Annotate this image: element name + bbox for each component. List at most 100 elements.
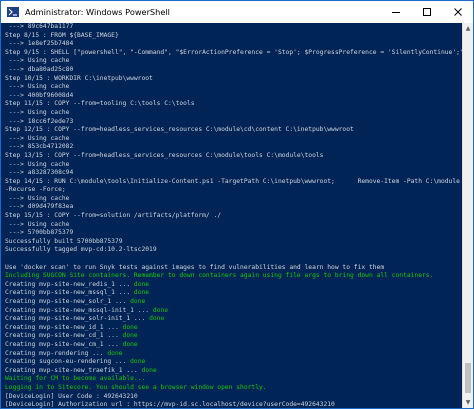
console-line: Creating mvp-site-new_traefik_1 ... done bbox=[5, 367, 462, 376]
console-line: ---> 5700bb875379 bbox=[5, 229, 462, 238]
status-done-label: done bbox=[130, 298, 146, 305]
console-line-text: [DeviceLogin] User Code : 492643210 bbox=[5, 392, 138, 400]
console-line: ---> 1e8ef25b7484 bbox=[5, 40, 462, 49]
console-line: ---> 400bf96008d4 bbox=[5, 92, 462, 101]
vertical-scrollbar[interactable]: ▲ ▼ bbox=[462, 23, 473, 408]
console-line-text: ---> Using cache bbox=[5, 220, 70, 228]
console-line-text: Creating mvp-site-new_id_1 ... bbox=[5, 323, 123, 331]
console-line-text: ---> 5700bb875379 bbox=[5, 229, 74, 237]
console-line-text: ---> d09d479f83ea bbox=[5, 203, 74, 211]
console-line-text: Creating mvp-site-new_solr_1 ... bbox=[5, 298, 131, 305]
console-line-text: ---> Using cache bbox=[5, 194, 70, 202]
console-line-text: Creating mvp-site-new_mssql_1 ... bbox=[5, 289, 134, 297]
console-line-text: ---> 18cc6f2ede73 bbox=[5, 117, 74, 125]
console-line: Step 14/15 : RUN C:\module\tools\Initial… bbox=[5, 178, 462, 187]
console-line-text: ---> dba80ad25c80 bbox=[5, 65, 74, 73]
scroll-thumb[interactable] bbox=[465, 363, 471, 393]
console-line: Creating mvp-site-new_id_1 ... done bbox=[5, 324, 462, 333]
console-line: ---> 89c647ba1177 bbox=[5, 23, 462, 32]
console-line: Including SUGCON Site containers. Rememb… bbox=[5, 272, 462, 281]
maximize-icon bbox=[422, 8, 431, 16]
console-line-text: ---> 89c647ba1177 bbox=[5, 23, 74, 30]
console-line-text: -Recurse -Force; bbox=[5, 186, 66, 194]
console-line-text: Including SUGCON Site containers. Rememb… bbox=[5, 272, 434, 280]
console-line: Creating mvp-rendering ... done bbox=[5, 350, 462, 359]
console-line: Creating mvp-site-new_cd_1 ... done bbox=[5, 332, 462, 341]
console-line: ---> d09d479f83ea bbox=[5, 203, 462, 212]
console-line-text: Logging in to Sitecore. You should see a… bbox=[5, 383, 267, 391]
console-output[interactable]: ---> 89c647ba1177 Step 8/15 : FROM ${BASE… bbox=[1, 23, 462, 408]
console-line: Creating mvp-site-new_cm_1 ... done bbox=[5, 341, 462, 350]
console-line: ---> Using cache bbox=[5, 161, 462, 170]
console-line-text: Step 10/15 : WORKDIR C:\inetpub\wwwroot bbox=[5, 74, 153, 82]
window-controls bbox=[380, 1, 473, 23]
console-line-text: Creating mvp-site-new_mssql-init_1 ... bbox=[5, 306, 153, 314]
console-line-text: Step 13/15 : COPY --from=headless_servic… bbox=[5, 151, 324, 159]
console-line-text: [DeviceLogin] Authorization url : https:… bbox=[5, 401, 335, 408]
console-line-text: Successfully tagged mvp-cd:10.2-ltsc2019 bbox=[5, 246, 157, 254]
console-line: Creating mvp-site-new_solr_1 ... done bbox=[5, 298, 462, 307]
status-done-label: done bbox=[141, 366, 157, 374]
console-line: Logging in to Sitecore. You should see a… bbox=[5, 384, 462, 393]
console-line-text: Creating sugcon-eu-rendering ... bbox=[5, 358, 131, 366]
console-line: ---> dba80ad25c80 bbox=[5, 66, 462, 75]
console-line: Step 10/15 : WORKDIR C:\inetpub\wwwroot bbox=[5, 75, 462, 84]
console-line-text: Creating mvp-site-new_cd_1 ... bbox=[5, 332, 123, 340]
status-done-label: done bbox=[122, 340, 138, 348]
console-line-text: Step 8/15 : FROM ${BASE_IMAGE} bbox=[5, 31, 119, 39]
console-line: Waiting for CM to become available... bbox=[5, 375, 462, 384]
console-line: Use 'docker scan' to run Snyk tests agai… bbox=[5, 264, 462, 273]
console-line: ---> Using cache bbox=[5, 135, 462, 144]
console-line: [DeviceLogin] Authorization url : https:… bbox=[5, 401, 462, 408]
console-line: ---> Using cache bbox=[5, 57, 462, 66]
status-done-label: done bbox=[133, 289, 150, 297]
maximize-button[interactable] bbox=[411, 1, 442, 23]
console-line-text: Successfully built 5700bb875379 bbox=[5, 237, 123, 245]
scroll-down-arrow-icon[interactable]: ▼ bbox=[463, 397, 473, 408]
console-line: Creating mvp-site-new_solr-init_1 ... do… bbox=[5, 315, 462, 324]
console-line-text: Step 15/15 : COPY --from=solution /artif… bbox=[5, 212, 222, 220]
console-line-text: ---> 1e8ef25b7484 bbox=[5, 40, 74, 48]
console-line-text: Creating mvp-site-new_cm_1 ... bbox=[5, 340, 123, 348]
console-line-text: Step 14/15 : RUN C:\module\tools\Initial… bbox=[5, 177, 460, 185]
console-line: Step 15/15 : COPY --from=solution /artif… bbox=[5, 212, 462, 221]
console-line-text: Step 12/15 : COPY --from=headless_servic… bbox=[5, 126, 354, 134]
console-line-text: ---> 400bf96008d4 bbox=[5, 91, 74, 99]
console-line-text: ---> Using cache bbox=[5, 134, 70, 142]
console-line: ---> Using cache bbox=[5, 195, 462, 204]
console-line: Step 9/15 : SHELL ["powershell", "-Comma… bbox=[5, 49, 462, 58]
close-button[interactable] bbox=[442, 1, 473, 23]
status-done-label: done bbox=[133, 280, 150, 288]
console-line-text: Creating mvp-site-new_traefik_1 ... bbox=[5, 366, 142, 374]
status-done-label: done bbox=[130, 358, 146, 366]
console-line: [DeviceLogin] User Code : 492643210 bbox=[5, 393, 462, 402]
console-line-text: ---> a83287308c94 bbox=[5, 169, 74, 177]
console-line: Creating mvp-site-new_mssql_1 ... done bbox=[5, 289, 462, 298]
close-icon bbox=[453, 8, 462, 16]
scroll-up-arrow-icon[interactable]: ▲ bbox=[463, 23, 473, 34]
minimize-button[interactable] bbox=[380, 1, 411, 23]
console-line: Creating mvp-site-new_mssql-init_1 ... d… bbox=[5, 307, 462, 316]
console-line-text: Creating mvp-rendering ... bbox=[5, 349, 108, 357]
status-done-label: done bbox=[149, 315, 165, 323]
console-line: Step 8/15 : FROM ${BASE_IMAGE} bbox=[5, 32, 462, 41]
console-line-text: Step 9/15 : SHELL ["powershell", "-Comma… bbox=[5, 48, 462, 56]
console-line-text: ---> Using cache bbox=[5, 108, 70, 116]
console-line: Step 13/15 : COPY --from=headless_servic… bbox=[5, 152, 462, 161]
powershell-app-icon bbox=[7, 7, 19, 17]
console-line-text: Creating mvp-site-new_solr-init_1 ... bbox=[5, 315, 150, 323]
title-bar[interactable]: Administrator: Windows PowerShell bbox=[1, 1, 473, 23]
console-line: ---> 18cc6f2ede73 bbox=[5, 118, 462, 127]
console-line-text: ---> Using cache bbox=[5, 160, 70, 168]
console-line-text: Creating mvp-site-new_redis_1 ... bbox=[5, 280, 134, 288]
status-done-label: done bbox=[122, 332, 138, 340]
console-line: ---> a83287308c94 bbox=[5, 169, 462, 178]
console-line: Successfully built 5700bb875379 bbox=[5, 238, 462, 247]
powershell-window: Administrator: Windows PowerShell ---> 8… bbox=[0, 0, 474, 409]
console-line: ---> Using cache bbox=[5, 221, 462, 230]
console-line-text: Waiting for CM to become available... bbox=[5, 375, 146, 383]
minimize-icon bbox=[391, 12, 400, 13]
console-line-text: ---> Using cache bbox=[5, 57, 70, 65]
console-line: Successfully tagged mvp-cd:10.2-ltsc2019 bbox=[5, 246, 462, 255]
